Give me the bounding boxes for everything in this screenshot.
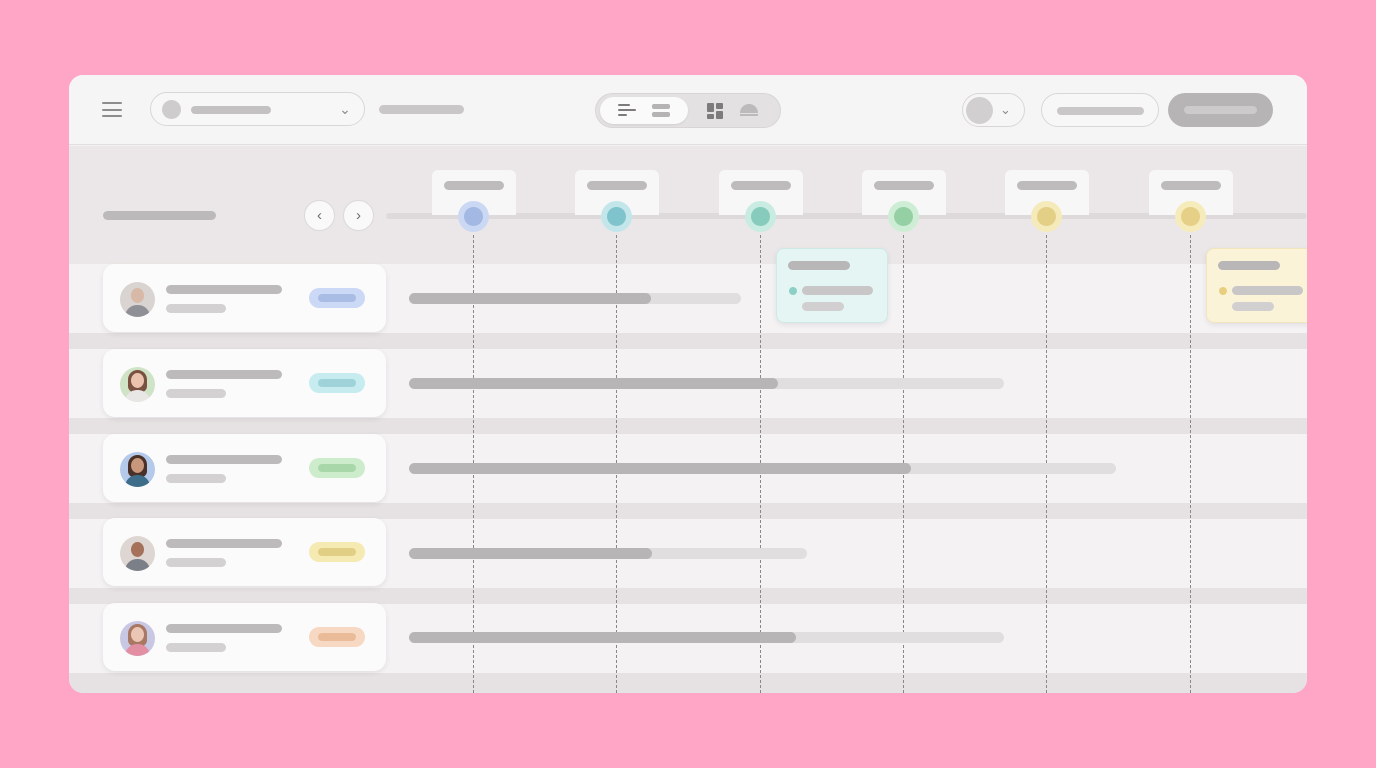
member-name-placeholder — [166, 455, 282, 464]
secondary-button[interactable] — [1041, 93, 1159, 127]
hamburger-icon[interactable] — [102, 102, 122, 117]
member-role-placeholder — [166, 304, 226, 313]
milestone-node[interactable] — [888, 201, 919, 232]
primary-button[interactable] — [1168, 93, 1273, 127]
timeline-icon[interactable] — [618, 104, 636, 117]
member-name-placeholder — [166, 370, 282, 379]
member-role-placeholder — [166, 474, 226, 483]
chevron-left-icon: ‹ — [317, 207, 322, 224]
chevron-down-icon: ⌄ — [1000, 102, 1011, 117]
row-divider — [69, 418, 1307, 434]
member-name-placeholder — [166, 624, 282, 633]
column-title-placeholder — [103, 211, 216, 220]
milestone-node[interactable] — [745, 201, 776, 232]
avatar — [120, 367, 155, 402]
avatar — [120, 536, 155, 571]
milestone-detail-card[interactable] — [776, 248, 888, 323]
avatar — [120, 452, 155, 487]
member-role-placeholder — [166, 558, 226, 567]
member-name-placeholder — [166, 285, 282, 294]
breadcrumb — [379, 105, 464, 114]
view-mode-switch[interactable] — [595, 93, 781, 128]
task-progress-bar[interactable] — [409, 548, 807, 559]
row-divider — [69, 588, 1307, 604]
next-period-button[interactable]: › — [343, 200, 374, 231]
task-progress-bar[interactable] — [409, 293, 741, 304]
grid-icon[interactable] — [707, 103, 723, 119]
member-row-card[interactable] — [103, 264, 386, 332]
member-row-card[interactable] — [103, 518, 386, 586]
view-mode-active-indicator — [600, 97, 688, 124]
task-progress-bar[interactable] — [409, 632, 1004, 643]
app-window: ⌄ ⌄ ‹ › — [69, 75, 1307, 693]
status-badge — [309, 288, 365, 308]
chevron-down-icon: ⌄ — [339, 101, 351, 117]
workspace-avatar — [162, 100, 181, 119]
milestone-node[interactable] — [1031, 201, 1062, 232]
member-row-card[interactable] — [103, 349, 386, 417]
row-divider — [69, 503, 1307, 519]
row-divider — [69, 333, 1307, 349]
top-toolbar: ⌄ ⌄ — [69, 75, 1307, 145]
status-badge — [309, 458, 365, 478]
milestone-node[interactable] — [601, 201, 632, 232]
chevron-right-icon: › — [356, 207, 361, 224]
calendar-icon[interactable] — [740, 104, 758, 117]
avatar — [120, 621, 155, 656]
member-role-placeholder — [166, 643, 226, 652]
member-row-card[interactable] — [103, 434, 386, 502]
member-name-placeholder — [166, 539, 282, 548]
workspace-dropdown[interactable]: ⌄ — [150, 92, 365, 126]
status-badge — [309, 542, 365, 562]
milestone-node[interactable] — [458, 201, 489, 232]
member-row-card[interactable] — [103, 603, 386, 671]
milestone-detail-card[interactable] — [1206, 248, 1307, 323]
status-badge — [309, 627, 365, 647]
milestone-guide-line — [1190, 235, 1191, 693]
avatar — [966, 97, 993, 124]
avatar — [120, 282, 155, 317]
member-role-placeholder — [166, 389, 226, 398]
workspace-name-placeholder — [191, 106, 271, 114]
list-icon[interactable] — [652, 104, 670, 117]
task-progress-bar[interactable] — [409, 378, 1004, 389]
status-badge — [309, 373, 365, 393]
milestone-node[interactable] — [1175, 201, 1206, 232]
user-menu[interactable]: ⌄ — [962, 93, 1025, 127]
task-progress-bar[interactable] — [409, 463, 1116, 474]
timeline-header: ‹ › — [69, 146, 1307, 264]
row-divider — [69, 673, 1307, 693]
prev-period-button[interactable]: ‹ — [304, 200, 335, 231]
